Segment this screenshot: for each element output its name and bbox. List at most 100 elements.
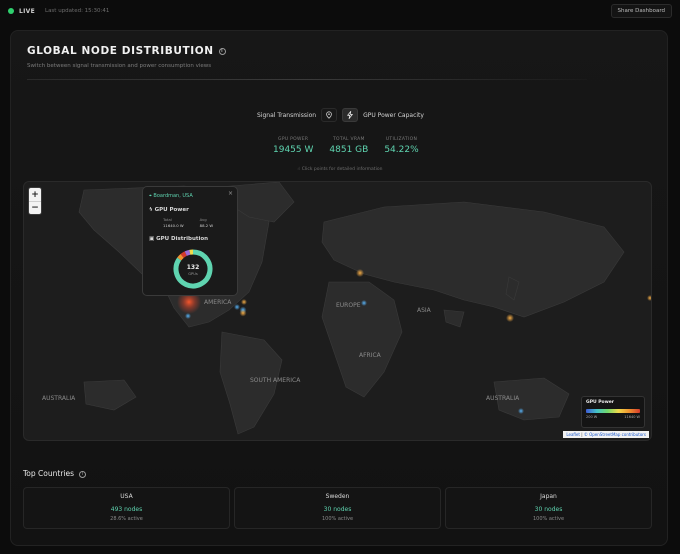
map-label: SOUTH AMERICA	[250, 377, 301, 384]
chip-icon: ▣	[149, 236, 155, 242]
world-map[interactable]: AMERICA EUROPE ASIA AFRICA SOUTH AMERICA…	[23, 181, 652, 441]
live-label: LIVE	[19, 7, 35, 15]
popup-avg: Avg 88.2 W	[200, 217, 213, 228]
stat-value: 54.22%	[384, 145, 419, 155]
popup-distribution-title: GPU Distribution	[156, 236, 209, 242]
donut-segment	[177, 253, 184, 261]
popup-avg-label: Avg	[199, 217, 207, 222]
country-active-rate: 100% active	[532, 516, 565, 522]
donut-count: 132	[187, 264, 200, 271]
map-label: AUSTRALIA	[42, 395, 76, 402]
country-card-usa[interactable]: USA 493 nodes 28.6% active	[23, 487, 230, 529]
country-node-count: 493 nodes	[110, 506, 143, 513]
leaflet-link[interactable]: Leaflet	[566, 432, 580, 437]
node-marker[interactable]	[241, 299, 247, 305]
legend-max: 11640 W	[624, 415, 640, 419]
country-node-count: 30 nodes	[323, 506, 352, 513]
popup-avg-value: 88.2 W	[199, 223, 214, 228]
legend-range: 200 W 11640 W	[586, 415, 640, 419]
country-name: Sweden	[325, 493, 350, 500]
share-dashboard-button[interactable]: Share Dashboard	[610, 4, 672, 18]
node-distribution-panel: GLOBAL NODE DISTRIBUTION i Switch between…	[10, 30, 668, 546]
top-bar: LIVE Last updated: 15:30:41 Share Dashbo…	[0, 0, 680, 22]
signal-transmission-button[interactable]	[321, 108, 338, 122]
popup-location-text: Boardman, USA	[153, 193, 193, 199]
donut-unit: GPUs	[188, 272, 198, 276]
zoom-out-button[interactable]: −	[29, 201, 41, 214]
popup-location: ⌖ Boardman, USA	[149, 193, 231, 199]
location-pin-icon: ⌖	[149, 193, 152, 199]
map-label: EUROPE	[336, 302, 361, 309]
node-marker-japan[interactable]	[506, 314, 514, 322]
click-hint: ☝ Click points for detailed information	[11, 167, 669, 172]
country-node-count: 30 nodes	[534, 506, 563, 513]
node-marker[interactable]	[234, 304, 240, 310]
popup-power-stats: Total 11640.0 W Avg 88.2 W	[149, 217, 231, 228]
country-active-rate: 28.6% active	[110, 516, 143, 522]
node-marker[interactable]	[518, 408, 524, 414]
zoom-control: + −	[28, 187, 42, 215]
top-countries-cards: USA 493 nodes 28.6% active Sweden 30 nod…	[23, 487, 652, 529]
map-label: ASIA	[417, 307, 432, 314]
top-countries-title: Top Countries i	[23, 469, 87, 478]
stat-value: 4851 GB	[329, 145, 369, 155]
top-countries-title-text: Top Countries	[23, 469, 75, 478]
stat-label: TOTAL VRAM	[333, 137, 365, 142]
node-marker[interactable]	[239, 309, 247, 317]
gpu-power-button[interactable]	[342, 108, 359, 122]
legend-color-scale	[586, 409, 640, 413]
stat-value: 19455 W	[273, 145, 314, 155]
osm-link[interactable]: © OpenStreetMap contributors	[584, 432, 646, 437]
panel-title: GLOBAL NODE DISTRIBUTION i	[27, 45, 226, 57]
lightning-icon: ϟ	[149, 207, 153, 213]
popup-total: Total 11640.0 W	[163, 217, 184, 228]
stats-row: GPU POWER 19455 W TOTAL VRAM 4851 GB UTI…	[273, 137, 419, 155]
pointer-icon: ☝	[297, 167, 301, 172]
map-pin-icon	[326, 111, 332, 119]
country-name: USA	[120, 493, 133, 500]
info-icon[interactable]: i	[218, 47, 226, 55]
popup-total-value: 11640.0 W	[163, 223, 184, 228]
panel-title-text: GLOBAL NODE DISTRIBUTION	[27, 45, 214, 57]
panel-subtitle: Switch between signal transmission and p…	[27, 63, 212, 69]
node-marker[interactable]	[361, 300, 367, 306]
node-marker-sweden[interactable]	[356, 269, 364, 277]
legend-title: GPU Power	[586, 400, 615, 405]
gpu-power-capacity-label: GPU Power Capacity	[363, 111, 424, 119]
live-indicator-icon	[8, 8, 14, 14]
country-card-sweden[interactable]: Sweden 30 nodes 100% active	[234, 487, 441, 529]
popup-power-heading: ϟ GPU Power	[149, 207, 231, 213]
country-name: Japan	[540, 493, 557, 500]
info-icon[interactable]: i	[79, 470, 87, 478]
view-toggle: Signal Transmission GPU Power Capacity	[257, 108, 424, 122]
divider	[27, 79, 587, 80]
map-canvas[interactable]: AMERICA EUROPE ASIA AFRICA SOUTH AMERICA…	[24, 182, 652, 441]
legend-min: 200 W	[586, 415, 598, 419]
gpu-power-legend: GPU Power 200 W 11640 W	[581, 396, 645, 428]
node-marker[interactable]	[185, 313, 191, 319]
last-updated-text: Last updated: 15:30:41	[45, 8, 110, 14]
node-marker[interactable]	[647, 295, 652, 301]
popup-total-label: Total	[163, 217, 172, 222]
donut-segment	[184, 249, 191, 256]
zoom-in-button[interactable]: +	[29, 188, 41, 201]
country-active-rate: 100% active	[321, 516, 354, 522]
stat-label: UTILIZATION	[385, 137, 418, 142]
stat-gpu-power: GPU POWER 19455 W	[273, 137, 313, 155]
popup-power-title: GPU Power	[154, 207, 189, 213]
popup-distribution-heading: ▣ GPU Distribution	[149, 236, 231, 242]
map-label: AFRICA	[359, 352, 382, 359]
node-popup: ⌖ Boardman, USA × ϟ GPU Power Total 1164…	[142, 186, 238, 296]
map-label: AUSTRALIA	[486, 395, 520, 402]
stat-label: GPU POWER	[278, 137, 309, 142]
country-card-japan[interactable]: Japan 30 nodes 100% active	[445, 487, 652, 529]
gpu-distribution-donut: 132 GPUs	[173, 249, 213, 289]
map-label: AMERICA	[204, 299, 232, 306]
donut-segment	[180, 251, 187, 258]
map-attribution: Leaflet | © OpenStreetMap contributors	[563, 431, 649, 438]
click-hint-text: Click points for detailed information	[301, 167, 383, 172]
stat-total-vram: TOTAL VRAM 4851 GB	[329, 137, 368, 155]
lightning-icon	[347, 111, 353, 119]
stat-utilization: UTILIZATION 54.22%	[384, 137, 418, 155]
popup-close-icon[interactable]: ×	[228, 190, 233, 197]
